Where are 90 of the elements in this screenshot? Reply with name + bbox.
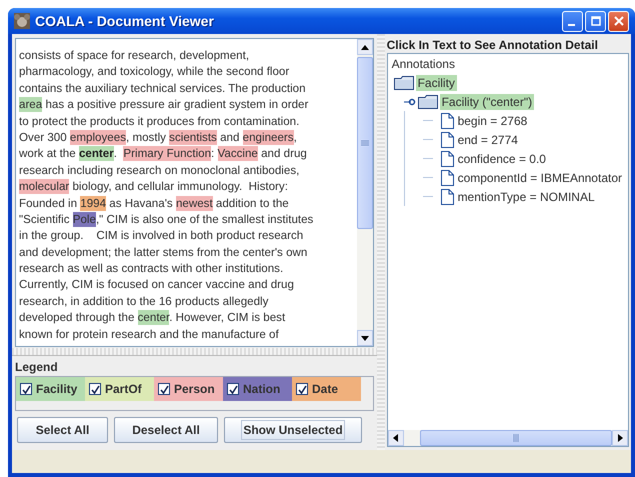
document-text: developed through the	[19, 311, 136, 324]
checkbox[interactable]	[158, 383, 170, 395]
checkbox-label: PartOf	[105, 382, 142, 396]
grip-icon[interactable]	[360, 140, 369, 146]
horizontal-scrollbar[interactable]	[388, 430, 628, 446]
left-arrow-icon[interactable]	[393, 434, 398, 442]
document-text: addition to the	[214, 196, 289, 210]
tree-node[interactable]: Facility ("center")	[440, 94, 534, 110]
document-text: .	[114, 147, 118, 160]
document-text: known for protein research and the manufacture of	[19, 328, 279, 341]
window-title: COALA - Document Viewer	[35, 13, 215, 29]
tree-node[interactable]: end = 2774	[456, 132, 520, 148]
annotation-highlight[interactable]: area	[19, 97, 42, 112]
legend-checkbox[interactable]: Date	[292, 377, 361, 401]
checkbox[interactable]	[227, 383, 239, 395]
tree-node[interactable]: componentId = IBMEAnnotator	[456, 170, 624, 186]
document-text: . However, CIM is best	[169, 311, 286, 324]
document-text: "Scientific	[19, 212, 71, 226]
document-text: has a positive pressure air gradient system in order	[44, 98, 308, 112]
document-text: research as well as contracts with other institutions.	[19, 262, 284, 276]
tree-node[interactable]: begin = 2768	[456, 112, 530, 128]
tree-node[interactable]: confidence = 0.0	[456, 150, 548, 166]
action-button[interactable]: Deselect All	[114, 417, 218, 443]
grip-icon[interactable]	[512, 434, 519, 442]
document-text: :	[211, 147, 216, 160]
action-button[interactable]: Show Unselected	[224, 417, 362, 443]
folder-icon	[394, 76, 414, 90]
document-text: Currently, CIM is focused on cancer vaccine and drug	[19, 278, 294, 292]
down-arrow-icon[interactable]	[360, 336, 369, 340]
document-icon	[440, 150, 454, 166]
document-text: and	[219, 130, 240, 144]
document-text: and drug	[260, 147, 307, 160]
annotation-highlight[interactable]: scientists	[169, 130, 217, 145]
checkbox-label: Facility	[36, 382, 78, 396]
up-arrow-icon[interactable]	[360, 44, 369, 50]
checkbox-label: Date	[312, 382, 338, 396]
document-text: , mostly	[126, 130, 167, 144]
close-icon	[614, 16, 624, 26]
close-button[interactable]	[608, 10, 629, 32]
document-icon	[440, 170, 454, 186]
document-icon	[440, 132, 454, 148]
app-icon	[14, 13, 30, 29]
document-text: ,	[294, 130, 297, 144]
checkbox-label: Person	[174, 382, 215, 396]
document-text: and development; the latter stems from the center's own	[19, 246, 308, 259]
checkbox[interactable]	[20, 383, 32, 395]
annotation-highlight[interactable]: 1994	[80, 196, 106, 211]
expanded-handle-icon[interactable]	[404, 96, 416, 106]
document-text: research, in addition to the 16 products allegedly	[19, 294, 268, 308]
annotation-highlight[interactable]: molecular	[19, 179, 70, 194]
annotation-highlight[interactable]: center	[78, 146, 114, 162]
right-arrow-icon[interactable]	[618, 434, 622, 442]
document-text: research including research on monoclonal antibodies,	[19, 164, 300, 177]
tree-root[interactable]: Annotations	[392, 56, 455, 73]
annotation-highlight[interactable]: engineers	[242, 130, 294, 145]
checkbox[interactable]	[89, 383, 101, 395]
document-text: contains the auxiliary technical services. The production	[19, 82, 306, 95]
document-text: consists of space for research, development,	[19, 49, 250, 62]
tree-node[interactable]: mentionType = NOMINAL	[456, 188, 597, 204]
annotation-highlight[interactable]: employees	[70, 130, 126, 145]
minimize-button[interactable]	[562, 10, 583, 32]
legend-title: Legend	[15, 360, 59, 374]
legend-checkbox[interactable]: PartOf	[85, 377, 154, 401]
checkbox-label: Nation	[243, 382, 280, 396]
document-icon	[440, 112, 454, 128]
annotation-highlight[interactable]: Primary Function	[123, 146, 212, 162]
vertical-scrollbar[interactable]	[356, 39, 373, 346]
document-icon	[440, 188, 454, 204]
document-text: pharmacology, and toxicology, while the second floor	[19, 65, 290, 78]
document-text: as Havana's	[108, 196, 174, 210]
annotation-highlight[interactable]: Vaccine	[218, 146, 258, 162]
legend-checkbox[interactable]: Facility	[16, 377, 85, 401]
document-text: to protect the products it produces from contamination.	[19, 114, 300, 128]
folder-icon	[418, 94, 438, 108]
maximize-icon	[590, 16, 600, 26]
tree-node[interactable]: Facility	[416, 74, 457, 90]
document-text: Founded in	[19, 196, 78, 210]
annotation-highlight[interactable]: center	[138, 310, 170, 326]
document-text: in the group. CIM is involved in both product research	[19, 229, 304, 242]
document-text: ," CIM is also one of the smallest institutes	[96, 212, 314, 226]
annotation-highlight[interactable]: newest	[176, 196, 213, 211]
document-text: Over 300	[19, 130, 68, 144]
checkbox[interactable]	[296, 383, 308, 395]
maximize-button[interactable]	[585, 10, 606, 32]
legend-checkbox[interactable]: Person	[154, 377, 223, 401]
action-button[interactable]: Select All	[17, 417, 108, 443]
document-text: biology, and cellular immunology. History:	[71, 180, 288, 194]
minimize-icon	[568, 24, 575, 26]
document-text: work at the	[19, 147, 77, 160]
panel-header: Click In Text to See Annotation Detail	[386, 38, 599, 52]
